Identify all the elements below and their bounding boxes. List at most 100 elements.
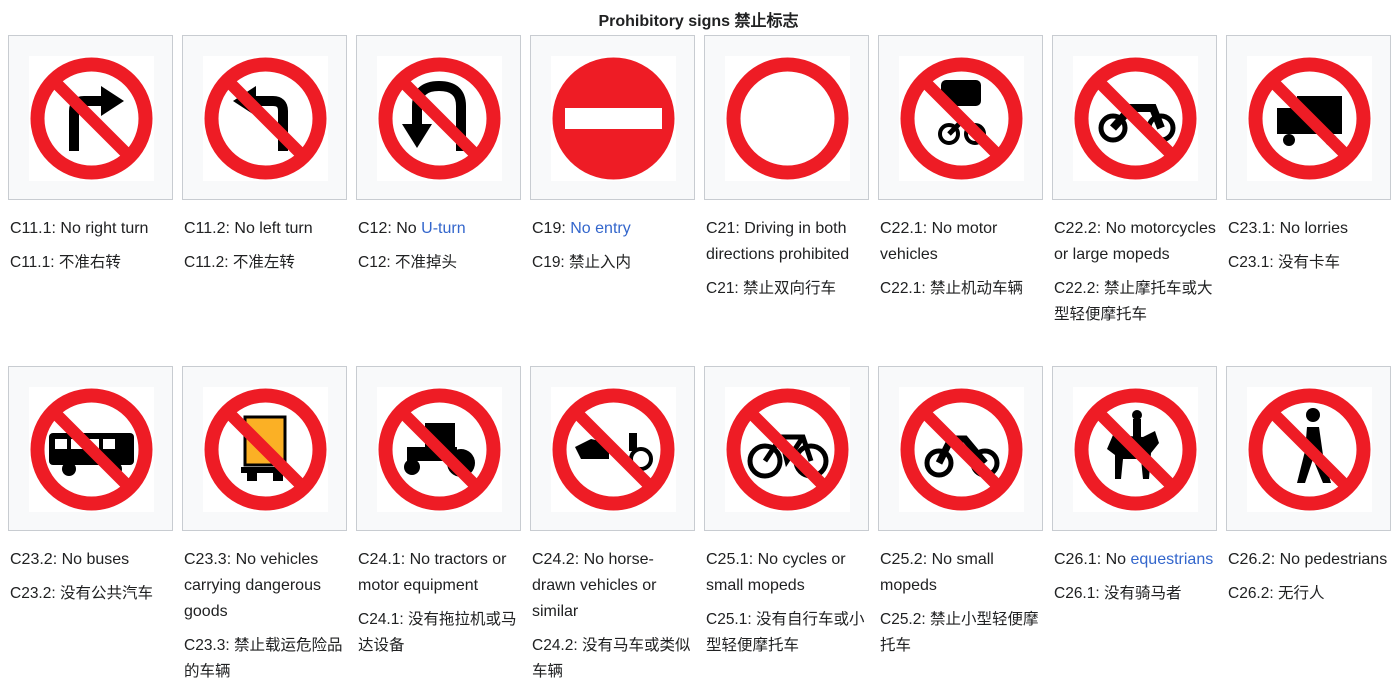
caption-chinese: C19: 禁止入内 [532,254,632,271]
sign-thumbnail[interactable] [1226,35,1391,200]
caption-chinese: C25.2: 禁止小型轻便摩托车 [880,611,1039,654]
sign-code: C12: [358,220,392,237]
no-right-turn-icon [29,56,154,181]
no-motor-vehicles-icon [899,56,1024,181]
caption-chinese: C11.2: 不准左转 [184,254,295,271]
sign-thumbnail[interactable] [182,35,347,200]
sign-thumbnail[interactable] [8,366,173,531]
sign-thumbnail[interactable] [356,366,521,531]
sign-caption: C24.1: No tractors or motor equipment C24… [356,531,523,659]
sign-caption: C23.1: No lorries C23.1: 没有卡车 [1226,200,1393,276]
sign-thumbnail[interactable] [878,35,1043,200]
caption-english: C11.1: No right turn [10,216,173,242]
sign-code: C22.1: [880,220,928,237]
no-horse-drawn-icon [551,387,676,512]
no-lorries-icon [1247,56,1372,181]
no-small-mopeds-icon [899,387,1024,512]
sign-code: C24.2: [532,551,580,568]
caption-english: C19: No entry [532,216,695,242]
sign-caption: C25.1: No cycles or small mopeds C25.1: 没… [704,531,871,659]
caption-chinese: C23.3: 禁止载运危险品的车辆 [184,637,343,680]
caption-link[interactable]: equestrians [1131,551,1214,568]
sign-card: C22.2: No motorcycles or large mopeds C22… [1052,35,1217,328]
caption-english: C25.2: No small mopeds [880,547,1043,599]
no-cycles-icon [725,387,850,512]
sign-card: C25.1: No cycles or small mopeds C25.1: 没… [704,366,869,659]
sign-thumbnail[interactable] [1052,366,1217,531]
caption-english: C23.3: No vehicles carrying dangerous go… [184,547,347,625]
sign-thumbnail[interactable] [8,35,173,200]
sign-card: C21: Driving in both directions prohibit… [704,35,869,302]
sign-card: C23.2: No buses C23.2: 没有公共汽车 [8,366,173,607]
sign-caption: C23.3: No vehicles carrying dangerous go… [182,531,349,685]
sign-code: C23.2: [10,551,58,568]
caption-text: No [391,220,417,237]
caption-text: No left turn [229,220,313,237]
caption-english: C24.1: No tractors or motor equipment [358,547,521,599]
no-u-turn-icon [377,56,502,181]
caption-english: C22.2: No motorcycles or large mopeds [1054,216,1217,268]
caption-english: C24.2: No horse-drawn vehicles or simila… [532,547,695,625]
caption-english: C26.2: No pedestrians [1228,547,1391,573]
no-equestrians-icon [1073,387,1198,512]
sign-code: C25.1: [706,551,754,568]
caption-text: No pedestrians [1275,551,1388,568]
sign-caption: C25.2: No small mopeds C25.2: 禁止小型轻便摩托车 [878,531,1045,659]
sign-card: C26.2: No pedestrians C26.2: 无行人 [1226,366,1391,607]
caption-chinese: C12: 不准掉头 [358,254,458,271]
caption-chinese: C26.2: 无行人 [1228,585,1325,602]
sign-code: C22.2: [1054,220,1102,237]
page-title: Prohibitory signs 禁止标志 [598,13,799,30]
sign-code: C24.1: [358,551,406,568]
sign-card: C22.1: No motor vehicles C22.1: 禁止机动车辆 [878,35,1043,302]
caption-english: C12: No U-turn [358,216,521,242]
sign-thumbnail[interactable] [530,35,695,200]
sign-code: C19: [532,220,566,237]
sign-caption: C11.2: No left turn C11.2: 不准左转 [182,200,349,276]
sign-card: C11.2: No left turn C11.2: 不准左转 [182,35,347,276]
sign-card: C25.2: No small mopeds C25.2: 禁止小型轻便摩托车 [878,366,1043,659]
no-buses-icon [29,387,154,512]
sign-thumbnail[interactable] [1226,366,1391,531]
no-vehicles-both-directions-icon [725,56,850,181]
sign-caption: C19: No entry C19: 禁止入内 [530,200,697,276]
sign-thumbnail[interactable] [530,366,695,531]
caption-chinese: C11.1: 不准右转 [10,254,121,271]
sign-caption: C22.1: No motor vehicles C22.1: 禁止机动车辆 [878,200,1045,302]
sign-thumbnail[interactable] [704,35,869,200]
sign-thumbnail[interactable] [1052,35,1217,200]
sign-code: C21: [706,220,740,237]
caption-english: C25.1: No cycles or small mopeds [706,547,869,599]
no-left-turn-icon [203,56,328,181]
caption-chinese: C22.1: 禁止机动车辆 [880,280,1023,297]
sign-caption: C24.2: No horse-drawn vehicles or simila… [530,531,697,685]
sign-thumbnail[interactable] [182,366,347,531]
caption-link[interactable]: U-turn [421,220,465,237]
caption-chinese: C24.1: 没有拖拉机或马达设备 [358,611,517,654]
sign-card: C24.1: No tractors or motor equipment C24… [356,366,521,659]
sign-caption: C11.1: No right turn C11.1: 不准右转 [8,200,175,276]
sign-caption: C12: No U-turn C12: 不准掉头 [356,200,523,276]
sign-caption: C26.2: No pedestrians C26.2: 无行人 [1226,531,1393,607]
caption-text: No [1101,551,1127,568]
caption-english: C22.1: No motor vehicles [880,216,1043,268]
caption-english: C11.2: No left turn [184,216,347,242]
caption-chinese: C23.1: 没有卡车 [1228,254,1340,271]
caption-text: No lorries [1275,220,1349,237]
sign-thumbnail[interactable] [356,35,521,200]
sign-card: C26.1: No equestrians C26.1: 没有骑马者 [1052,366,1217,607]
sign-code: C26.2: [1228,551,1276,568]
sign-card: C11.1: No right turn C11.1: 不准右转 [8,35,173,276]
sign-code: C23.3: [184,551,232,568]
sign-thumbnail[interactable] [878,366,1043,531]
no-tractors-icon [377,387,502,512]
sign-code: C26.1: [1054,551,1102,568]
sign-card: C24.2: No horse-drawn vehicles or simila… [530,366,695,685]
caption-link[interactable]: No entry [570,220,630,237]
caption-english: C23.1: No lorries [1228,216,1391,242]
caption-text: No buses [57,551,130,568]
sign-caption: C26.1: No equestrians C26.1: 没有骑马者 [1052,531,1219,607]
sign-thumbnail[interactable] [704,366,869,531]
caption-chinese: C22.2: 禁止摩托车或大型轻便摩托车 [1054,280,1213,323]
sign-caption: C22.2: No motorcycles or large mopeds C22… [1052,200,1219,328]
